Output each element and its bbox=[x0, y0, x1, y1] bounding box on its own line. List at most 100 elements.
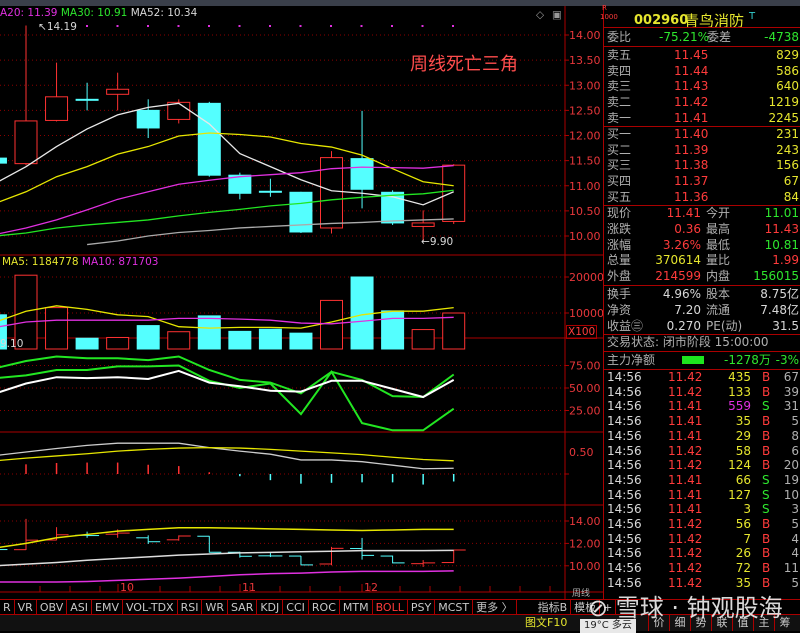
tick-time: 14:56 bbox=[607, 428, 642, 443]
tab-vr[interactable]: VR bbox=[15, 600, 37, 615]
tick-side: B bbox=[762, 546, 771, 561]
tab-psy[interactable]: PSY bbox=[408, 600, 436, 615]
stat-value: 11.43 bbox=[764, 221, 799, 236]
tick-count: 11 bbox=[783, 561, 799, 576]
marker-dot bbox=[116, 25, 119, 27]
f10-button[interactable]: 图文F10 bbox=[525, 615, 567, 631]
ask-level-volume: 2245 bbox=[768, 110, 799, 125]
fund-value: 7.48亿 bbox=[760, 302, 799, 317]
tab-mtm[interactable]: MTM bbox=[340, 600, 373, 615]
tick-side: B bbox=[762, 414, 771, 429]
tick-volume: 66 bbox=[735, 472, 751, 487]
tab-rsi[interactable]: RSI bbox=[178, 600, 203, 615]
bid-level: 买二 11.39 243 bbox=[604, 142, 800, 158]
fund-value: 31.5 bbox=[772, 318, 799, 333]
kline-chart[interactable]: 14.00 13.50 13.00 12.50 12.00 11.50 11.00 10.50… bbox=[0, 6, 603, 599]
tick-row: 14:56 11.41 66 S 19 bbox=[604, 473, 800, 488]
fund-value: 7.20 bbox=[674, 302, 701, 317]
ask-level-label: 卖三 bbox=[607, 79, 632, 94]
boll-bar bbox=[258, 553, 283, 558]
fund-value: 0.270 bbox=[666, 318, 701, 333]
stat-label: 现价 bbox=[607, 206, 632, 220]
tick-price: 11.42 bbox=[668, 458, 703, 473]
macd-axis-label: 0.50 bbox=[569, 446, 594, 459]
tick-price: 11.42 bbox=[668, 370, 703, 384]
watermark-text: 雪球 · 钟观股海 bbox=[615, 594, 783, 622]
stat-label: 今开 bbox=[706, 206, 731, 220]
main-flow-value: -1278万 bbox=[724, 353, 771, 367]
tick-time: 14:56 bbox=[607, 561, 642, 576]
boll-axis-label: 14.00 bbox=[569, 515, 601, 528]
tab-sar[interactable]: SAR bbox=[228, 600, 258, 615]
stat-value: 11.01 bbox=[764, 206, 799, 220]
candle-body bbox=[45, 96, 69, 121]
stat-row: 现价 11.41 今开 11.01 bbox=[604, 205, 800, 221]
ask-level: 卖一 11.41 2245 bbox=[604, 110, 800, 126]
tick-price: 11.41 bbox=[668, 399, 703, 414]
boll-bar bbox=[166, 535, 191, 541]
tick-row: 14:56 11.42 72 B 11 bbox=[604, 561, 800, 576]
tab-emv[interactable]: EMV bbox=[92, 600, 123, 615]
fundamental-row: 收益㊂ 0.270 PE(动) 31.5 bbox=[604, 318, 800, 334]
tick-volume: 124 bbox=[728, 458, 751, 473]
volume-bar bbox=[289, 332, 313, 350]
ask-level-volume: 640 bbox=[776, 79, 799, 94]
tab-voltdx[interactable]: VOL-TDX bbox=[123, 600, 178, 615]
tick-side: S bbox=[762, 502, 770, 517]
tick-row: 14:56 11.42 124 B 20 bbox=[604, 458, 800, 473]
vol-ma5-legend: MA5: 1184778 bbox=[2, 256, 79, 268]
tick-volume: 56 bbox=[735, 517, 751, 531]
stat-value: 214599 bbox=[655, 269, 701, 284]
tick-price: 11.42 bbox=[668, 561, 703, 576]
candle bbox=[197, 101, 221, 177]
tab-wr[interactable]: WR bbox=[202, 600, 228, 615]
ask-level-label: 卖四 bbox=[607, 63, 632, 78]
tick-price: 11.42 bbox=[668, 531, 703, 546]
ask-level-price: 11.44 bbox=[674, 63, 709, 78]
diamond-icon[interactable]: ◇ bbox=[536, 9, 544, 21]
candle bbox=[45, 62, 69, 122]
tab-boll[interactable]: BOLL bbox=[373, 600, 408, 615]
panel-toggle-icon[interactable]: ▣ bbox=[552, 9, 562, 21]
tab-asi[interactable]: ASI bbox=[67, 600, 92, 615]
tab-cci[interactable]: CCI bbox=[283, 600, 309, 615]
extra-tab[interactable]: 指标B bbox=[535, 600, 572, 615]
ask-level: 卖五 11.45 829 bbox=[604, 47, 800, 63]
ma-legend: A20: 11.39 MA30: 10.91 MA52: 10.34 bbox=[0, 7, 197, 19]
tick-count: 20 bbox=[783, 458, 799, 473]
stat-label: 涨跌 bbox=[607, 221, 632, 236]
tick-volume: 35 bbox=[735, 414, 751, 429]
tab-roc[interactable]: ROC bbox=[309, 600, 340, 615]
stat-label: 量比 bbox=[706, 253, 731, 268]
stat-value: 156015 bbox=[753, 269, 799, 284]
marker-dot bbox=[208, 25, 210, 27]
tick-volume: 58 bbox=[735, 443, 751, 458]
fund-label: 换手 bbox=[607, 287, 632, 301]
divider bbox=[604, 27, 800, 28]
tick-side: S bbox=[762, 487, 770, 502]
tick-time: 14:56 bbox=[607, 472, 642, 487]
fundamental-row: 净资 7.20 流通 7.48亿 bbox=[604, 302, 800, 318]
candle-body bbox=[136, 109, 160, 129]
tick-time: 14:56 bbox=[607, 384, 642, 399]
tick-side: B bbox=[762, 531, 771, 546]
tab-r[interactable]: R bbox=[0, 600, 15, 615]
tab-kdj[interactable]: KDJ bbox=[257, 600, 284, 615]
ask-level-volume: 1219 bbox=[768, 95, 799, 110]
ask-level-label: 卖五 bbox=[607, 48, 632, 62]
watermark: ⊘ 雪球 · 钟观股海 bbox=[588, 594, 783, 622]
volume-bar bbox=[350, 276, 374, 350]
tab-mcst[interactable]: MCST bbox=[435, 600, 474, 615]
tick-row: 14:56 11.41 127 S 10 bbox=[604, 488, 800, 503]
tick-price: 11.41 bbox=[668, 502, 703, 517]
candle bbox=[0, 157, 7, 164]
main-flow-row: 主力净额 -1278万 -3% bbox=[604, 352, 800, 368]
tab-[interactable]: 更多 〉 bbox=[473, 600, 517, 615]
candle bbox=[258, 178, 282, 197]
volume-bar bbox=[136, 325, 160, 350]
bid-level: 买一 11.40 231 bbox=[604, 126, 800, 142]
x-axis-label: 12 bbox=[364, 581, 378, 594]
tick-side: B bbox=[762, 370, 771, 384]
tab-obv[interactable]: OBV bbox=[37, 600, 68, 615]
boll-upper-line bbox=[0, 526, 454, 548]
